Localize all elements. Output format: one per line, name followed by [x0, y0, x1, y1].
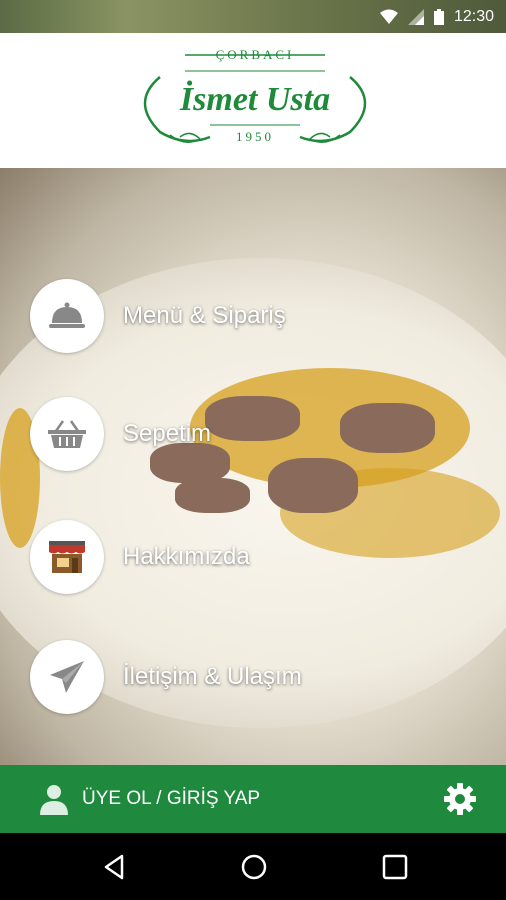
logo-name: İsmet Usta — [179, 81, 331, 118]
wifi-icon — [379, 9, 398, 24]
back-icon[interactable] — [100, 853, 128, 881]
header: ÇORBACI İsmet Usta 1950 — [0, 33, 506, 168]
menu-item-label: Hakkımızda — [123, 543, 250, 570]
user-icon — [40, 785, 68, 815]
hero-background-image: Menü & Sipariş Sepetim Hakkımızda İletiş… — [0, 168, 506, 765]
cloche-icon — [49, 302, 85, 328]
paper-plane-icon — [50, 661, 84, 693]
menu-item-label: Menü & Sipariş — [123, 302, 286, 329]
logo-year: 1950 — [236, 129, 274, 144]
menu-item-cart[interactable]: Sepetim — [30, 397, 211, 471]
battery-icon — [433, 9, 444, 25]
login-register-button[interactable]: ÜYE OL / GİRİŞ YAP — [38, 781, 260, 817]
menu-item-label: İletişim & Ulaşım — [123, 663, 302, 690]
home-icon[interactable] — [240, 853, 268, 881]
menu-item-menu-order[interactable]: Menü & Sipariş — [30, 279, 286, 353]
status-bar: 12:30 — [0, 0, 506, 33]
status-time: 12:30 — [453, 8, 494, 25]
logo-top-text: ÇORBACI — [215, 47, 295, 62]
recents-icon[interactable] — [381, 853, 409, 881]
menu-item-contact[interactable]: İletişim & Ulaşım — [30, 640, 302, 714]
brand-logo: ÇORBACI İsmet Usta 1950 — [130, 47, 380, 157]
menu-item-about[interactable]: Hakkımızda — [30, 520, 250, 594]
gear-icon[interactable] — [444, 783, 476, 815]
basket-icon — [48, 420, 86, 448]
signal-icon — [407, 9, 424, 25]
bottom-bar: ÜYE OL / GİRİŞ YAP — [0, 765, 506, 833]
login-register-label: ÜYE OL / GİRİŞ YAP — [82, 788, 261, 809]
menu-item-label: Sepetim — [123, 420, 212, 447]
storefront-icon — [49, 541, 85, 573]
navigation-bar — [0, 833, 506, 900]
